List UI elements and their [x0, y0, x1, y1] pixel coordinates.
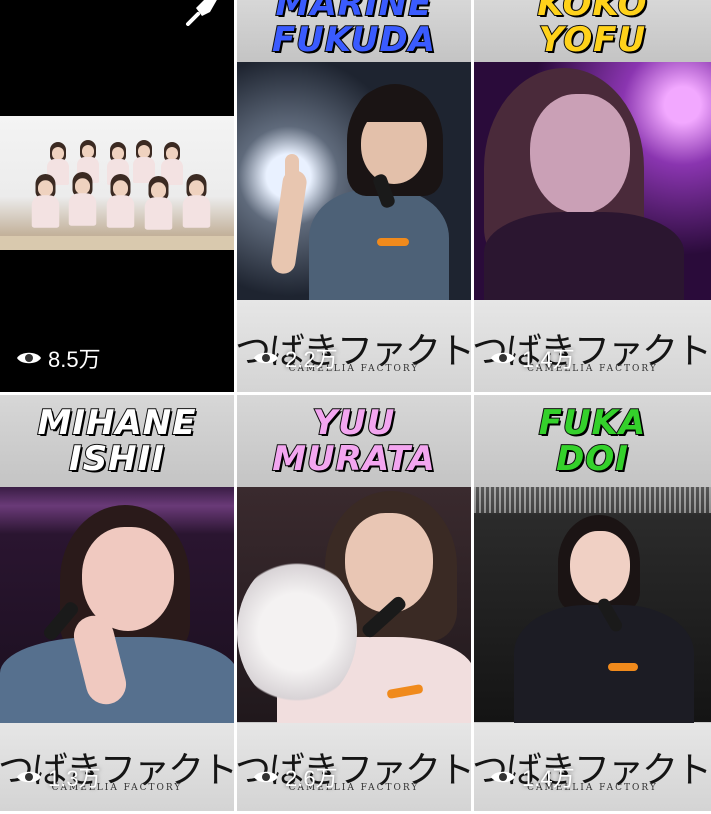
- performer-photo: [474, 62, 711, 312]
- eye-icon: [17, 771, 41, 783]
- view-count: 1.4万: [490, 342, 575, 374]
- view-count: 2.6万: [253, 761, 338, 793]
- video-thumbnail-marine-fukuda[interactable]: MARINE FUKUDA つばきファクトリー CAMELLIA FACTORY…: [237, 0, 474, 395]
- member-name-line-1: YUU: [312, 403, 396, 443]
- view-count-label: 1.4万: [522, 766, 575, 791]
- view-count-label: 8.5万: [48, 347, 101, 372]
- member-name-line-2: FUKUDA: [271, 20, 437, 60]
- member-name-banner: YUU MURATA: [237, 395, 471, 487]
- member-name-banner: FUKA DOI: [474, 395, 711, 487]
- performer-photo: [237, 62, 471, 310]
- eye-icon: [254, 771, 278, 783]
- member-name-line-2: DOI: [555, 439, 629, 479]
- view-count-label: 2.2万: [285, 347, 338, 372]
- member-name-line-2: YOFU: [538, 20, 647, 60]
- member-name-banner: MIHANE ISHII: [0, 395, 234, 487]
- member-name-line-1: MARINE: [275, 0, 433, 24]
- eye-icon: [254, 352, 278, 364]
- performer-photo: [474, 487, 711, 725]
- member-name-line-2: MURATA: [271, 439, 436, 479]
- view-count-label: 2.6万: [285, 766, 338, 791]
- member-name-line-1: MIHANE: [37, 403, 197, 443]
- member-name-line-1: KOKO: [536, 0, 648, 24]
- view-count-label: 1.4万: [522, 347, 575, 372]
- eye-icon: [491, 352, 515, 364]
- view-count: 1.4万: [490, 761, 575, 793]
- member-name-banner: KOKO YOFU: [474, 0, 711, 62]
- pin-icon: [186, 0, 217, 26]
- member-name-line-1: FUKA: [538, 403, 647, 443]
- performer-photo: [0, 487, 234, 727]
- member-name-banner: MARINE FUKUDA: [237, 0, 471, 62]
- view-count-label: 1.3万: [48, 766, 101, 791]
- video-thumbnail-mihane-ishii[interactable]: MIHANE ISHII つばきファクトリー CAMELLIA FACTORY …: [0, 395, 237, 814]
- group-photo: [0, 116, 234, 250]
- video-thumbnail-fuka-doi[interactable]: FUKA DOI つばきファクトリー CAMELLIA FACTORY 1.4万: [474, 395, 711, 814]
- view-count: 8.5万: [16, 342, 101, 374]
- video-grid: 8.5万 MARINE FUKUDA つばきファクトリー CAMELLIA FA…: [0, 0, 711, 814]
- eye-icon: [17, 352, 41, 364]
- performer-photo: [237, 487, 471, 727]
- video-thumbnail-yuu-murata[interactable]: YUU MURATA つばきファクトリー CAMELLIA FACTORY 2.…: [237, 395, 474, 814]
- video-thumbnail-group[interactable]: 8.5万: [0, 0, 237, 395]
- video-thumbnail-koko-yofu[interactable]: KOKO YOFU つばきファクトリー CAMELLIA FACTORY 1.4…: [474, 0, 711, 395]
- view-count: 1.3万: [16, 761, 101, 793]
- member-name-line-2: ISHII: [68, 439, 165, 479]
- eye-icon: [491, 771, 515, 783]
- view-count: 2.2万: [253, 342, 338, 374]
